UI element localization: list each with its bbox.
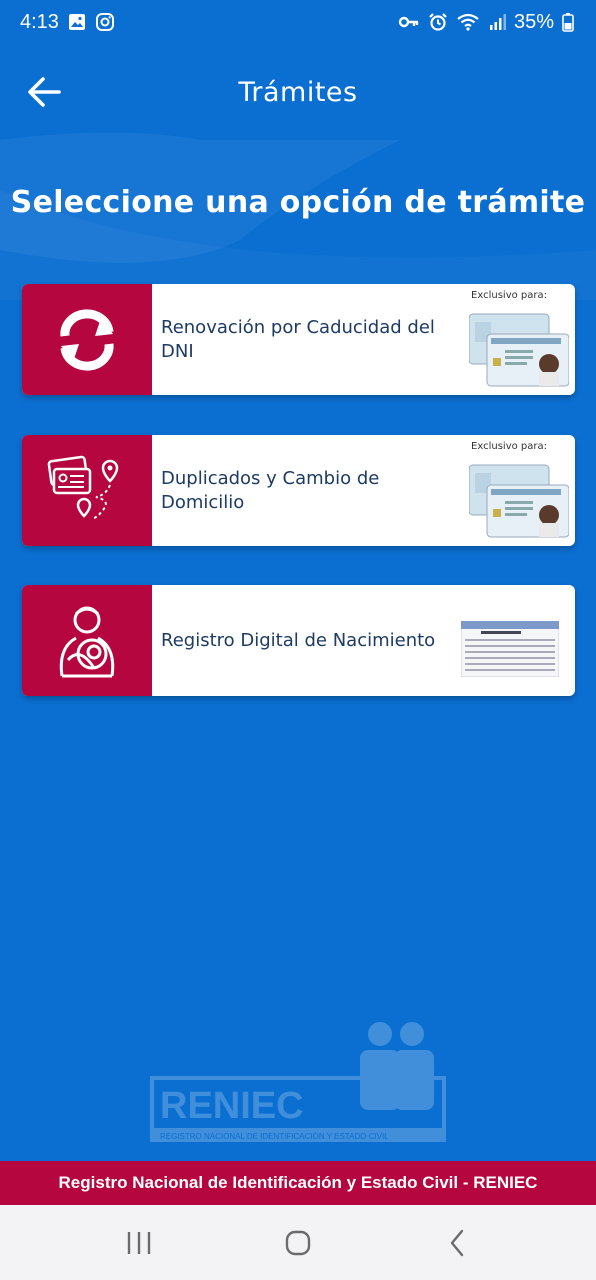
section-heading: Seleccione una opción de trámite: [10, 185, 586, 220]
back-button[interactable]: [22, 70, 66, 114]
home-icon: [285, 1230, 311, 1255]
card-icon-panel: [22, 435, 152, 546]
page-title: Trámites: [238, 76, 358, 108]
id-cards-location-icon: [47, 455, 119, 520]
status-time: 4:13: [20, 10, 59, 33]
arrow-left-icon: [28, 77, 61, 107]
status-bar: 4:13 35%: [0, 0, 596, 44]
mother-baby-icon: [59, 606, 115, 677]
card-thumbnail-area: Exclusivo para:: [467, 284, 575, 395]
exclusive-label: Exclusivo para:: [471, 441, 547, 452]
alarm-icon: [429, 13, 447, 31]
card-label: Registro Digital de Nacimiento: [161, 629, 436, 651]
home-button[interactable]: [268, 1218, 328, 1268]
card-duplicados-domicilio[interactable]: Duplicados y Cambio de Domicilio Exclusi…: [22, 435, 575, 546]
renew-cycle-icon: [60, 308, 114, 371]
card-renovacion-dni[interactable]: Renovación por Caducidad del DNI Exclusi…: [22, 284, 575, 395]
nav-back-button[interactable]: [427, 1218, 487, 1268]
back-icon: [450, 1229, 463, 1256]
watermark-subtitle: REGISTRO NACIONAL DE IDENTIFICACIÓN Y ES…: [160, 1132, 389, 1141]
status-right: 35%: [398, 11, 574, 34]
status-left: 4:13: [20, 11, 115, 34]
footer-banner: Registro Nacional de Identificación y Es…: [0, 1161, 596, 1205]
recents-button[interactable]: [109, 1218, 169, 1268]
instagram-icon: [95, 13, 114, 31]
signal-icon: [489, 14, 506, 30]
card-thumbnail-area: Exclusivo para:: [467, 435, 575, 546]
exclusive-label: Exclusivo para:: [471, 290, 547, 301]
dni-cards-image: [469, 464, 569, 538]
birth-certificate-image: [461, 621, 559, 677]
app-bar: Trámites: [0, 44, 596, 140]
card-label: Renovación por Caducidad del DNI: [161, 316, 435, 362]
card-label: Duplicados y Cambio de Domicilio: [161, 467, 380, 513]
card-icon-panel: [22, 585, 152, 696]
battery-percent: 35%: [513, 10, 554, 33]
card-registro-nacimiento[interactable]: Registro Digital de Nacimiento: [22, 585, 575, 696]
card-thumbnail-area: [461, 585, 575, 696]
wifi-icon: [457, 13, 479, 31]
battery-icon: [562, 13, 574, 32]
key-icon: [398, 16, 419, 28]
dni-cards-image: [469, 313, 569, 387]
reniec-watermark: RENIEC REGISTRO NACIONAL DE IDENTIFICACI…: [150, 1020, 446, 1152]
watermark-brand: RENIEC: [160, 1085, 304, 1127]
system-nav-bar: [0, 1205, 596, 1280]
recents-icon: [128, 1231, 151, 1254]
gallery-icon: [68, 14, 85, 30]
card-icon-panel: [22, 284, 152, 395]
